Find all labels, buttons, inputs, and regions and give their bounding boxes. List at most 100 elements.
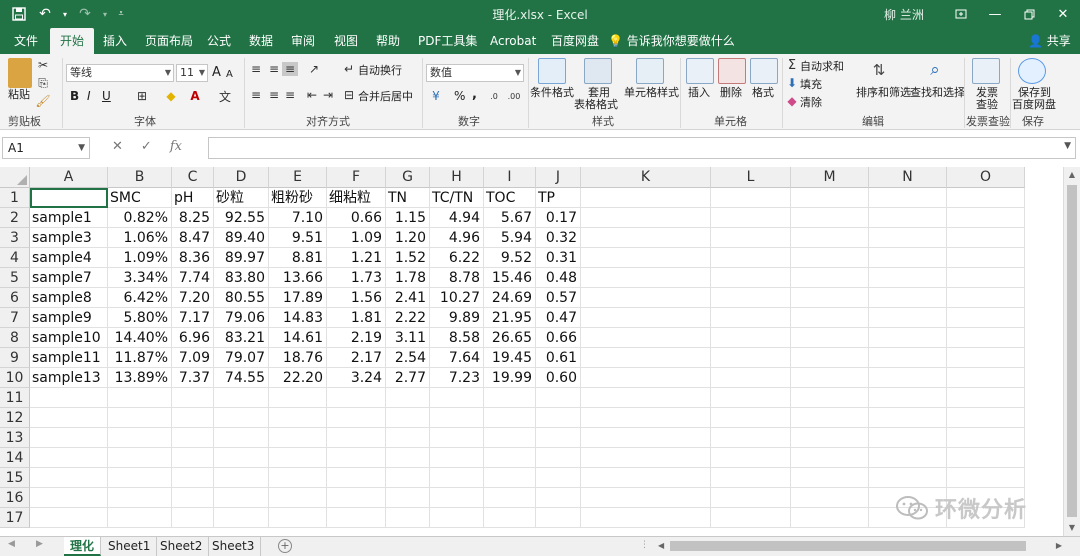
cell-m2[interactable] <box>791 208 869 228</box>
font-size-select[interactable]: 11 ▼ <box>176 64 208 82</box>
user-name[interactable]: 柳 兰洲 <box>884 6 924 23</box>
cell-e5[interactable]: 13.66 <box>269 268 327 288</box>
cell-n5[interactable] <box>869 268 947 288</box>
cell-n15[interactable] <box>869 468 947 488</box>
cell-d17[interactable] <box>214 508 269 528</box>
cell-h13[interactable] <box>430 428 484 448</box>
cell-j12[interactable] <box>536 408 581 428</box>
cell-n3[interactable] <box>869 228 947 248</box>
tab-acrobat[interactable]: Acrobat <box>490 28 536 54</box>
column-header-i[interactable]: I <box>484 167 536 188</box>
cell-e4[interactable]: 8.81 <box>269 248 327 268</box>
cell-c3[interactable]: 8.47 <box>172 228 214 248</box>
cell-o8[interactable] <box>947 328 1025 348</box>
column-header-l[interactable]: L <box>711 167 791 188</box>
borders-icon[interactable]: ⊞ <box>132 88 152 104</box>
cell-i17[interactable] <box>484 508 536 528</box>
cell-b15[interactable] <box>108 468 172 488</box>
grow-font-button[interactable]: A <box>212 66 221 79</box>
cell-g8[interactable]: 3.11 <box>386 328 430 348</box>
cell-h12[interactable] <box>430 408 484 428</box>
cell-e14[interactable] <box>269 448 327 468</box>
tab-review[interactable]: 审阅 <box>291 28 315 54</box>
cell-g10[interactable]: 2.77 <box>386 368 430 388</box>
cell-c12[interactable] <box>172 408 214 428</box>
format-cells-icon[interactable] <box>750 58 778 84</box>
cell-h7[interactable]: 9.89 <box>430 308 484 328</box>
row-header-13[interactable]: 13 <box>0 428 30 448</box>
cell-d9[interactable]: 79.07 <box>214 348 269 368</box>
column-header-d[interactable]: D <box>214 167 269 188</box>
increase-decimal-icon[interactable]: .0 <box>486 88 502 104</box>
horizontal-scrollbar[interactable]: ◀ ▶ <box>656 539 1064 553</box>
cell-d8[interactable]: 83.21 <box>214 328 269 348</box>
scroll-left-icon[interactable]: ◀ <box>658 539 664 553</box>
cell-f15[interactable] <box>327 468 386 488</box>
number-format-select[interactable]: 数值 ▼ <box>426 64 524 82</box>
cell-d16[interactable] <box>214 488 269 508</box>
tab-formulas[interactable]: 公式 <box>207 28 231 54</box>
cell-a15[interactable] <box>30 468 108 488</box>
cell-i3[interactable]: 5.94 <box>484 228 536 248</box>
cell-a12[interactable] <box>30 408 108 428</box>
cell-f11[interactable] <box>327 388 386 408</box>
cell-a13[interactable] <box>30 428 108 448</box>
cell-e8[interactable]: 14.61 <box>269 328 327 348</box>
cell-f14[interactable] <box>327 448 386 468</box>
close-icon[interactable]: ✕ <box>1046 0 1080 28</box>
cell-k13[interactable] <box>581 428 711 448</box>
cell-k6[interactable] <box>581 288 711 308</box>
cell-b5[interactable]: 3.34% <box>108 268 172 288</box>
cell-styles-icon[interactable] <box>636 58 664 84</box>
cell-k3[interactable] <box>581 228 711 248</box>
phonetic-icon[interactable]: 文 <box>216 88 234 104</box>
cell-e3[interactable]: 9.51 <box>269 228 327 248</box>
column-header-g[interactable]: G <box>386 167 430 188</box>
cell-i11[interactable] <box>484 388 536 408</box>
cell-l9[interactable] <box>711 348 791 368</box>
cell-n11[interactable] <box>869 388 947 408</box>
cell-n4[interactable] <box>869 248 947 268</box>
column-header-f[interactable]: F <box>327 167 386 188</box>
cell-i6[interactable]: 24.69 <box>484 288 536 308</box>
cell-b10[interactable]: 13.89% <box>108 368 172 388</box>
minimize-icon[interactable]: — <box>978 0 1012 28</box>
currency-icon[interactable]: ¥ <box>428 88 444 104</box>
autosum-label[interactable]: 自动求和 <box>800 60 844 73</box>
cell-f12[interactable] <box>327 408 386 428</box>
cell-e12[interactable] <box>269 408 327 428</box>
cell-k16[interactable] <box>581 488 711 508</box>
cell-c10[interactable]: 7.37 <box>172 368 214 388</box>
cell-d5[interactable]: 83.80 <box>214 268 269 288</box>
cell-e10[interactable]: 22.20 <box>269 368 327 388</box>
cell-d14[interactable] <box>214 448 269 468</box>
cell-k15[interactable] <box>581 468 711 488</box>
orientation-icon[interactable]: ↗ <box>304 62 324 76</box>
cell-d3[interactable]: 89.40 <box>214 228 269 248</box>
cell-b12[interactable] <box>108 408 172 428</box>
cell-m5[interactable] <box>791 268 869 288</box>
cell-g12[interactable] <box>386 408 430 428</box>
align-bottom-icon[interactable]: ≡ <box>282 62 298 76</box>
shrink-font-button[interactable]: A <box>226 68 233 81</box>
cell-f9[interactable]: 2.17 <box>327 348 386 368</box>
cell-j16[interactable] <box>536 488 581 508</box>
cell-f16[interactable] <box>327 488 386 508</box>
cell-f2[interactable]: 0.66 <box>327 208 386 228</box>
cell-m9[interactable] <box>791 348 869 368</box>
select-all-button[interactable] <box>0 167 30 188</box>
cell-l16[interactable] <box>711 488 791 508</box>
cell-f6[interactable]: 1.56 <box>327 288 386 308</box>
undo-dropdown-icon[interactable]: ▾ <box>60 4 70 24</box>
font-color-icon[interactable]: A <box>186 88 204 104</box>
row-header-8[interactable]: 8 <box>0 328 30 348</box>
tab-page-layout[interactable]: 页面布局 <box>145 28 193 54</box>
conditional-formatting-label[interactable]: 条件格式 <box>530 86 574 99</box>
cell-o14[interactable] <box>947 448 1025 468</box>
horizontal-scroll-thumb[interactable] <box>670 541 1026 551</box>
share-button[interactable]: 👤 共享 <box>1028 28 1071 54</box>
prev-sheet-icon[interactable]: ◀ <box>8 539 15 549</box>
cell-a2[interactable]: sample1 <box>30 208 108 228</box>
cell-c7[interactable]: 7.17 <box>172 308 214 328</box>
cell-k17[interactable] <box>581 508 711 528</box>
